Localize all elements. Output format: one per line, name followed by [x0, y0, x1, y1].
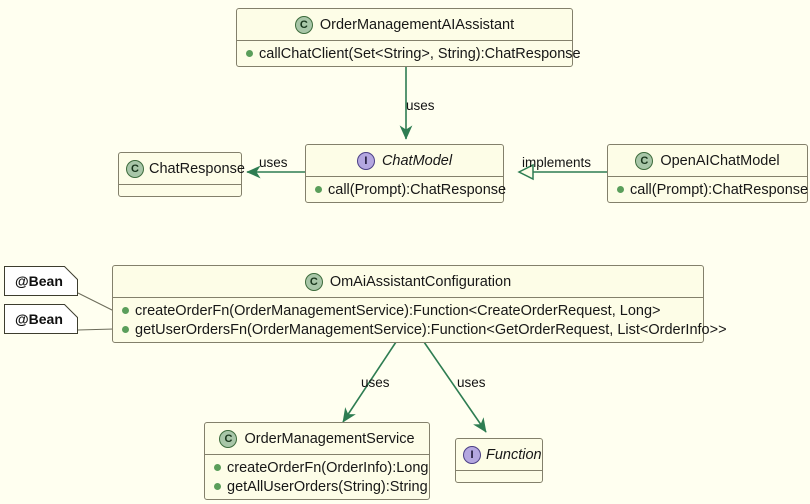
method-signature: createOrderFn(OrderInfo):Long — [227, 459, 429, 476]
method-row[interactable]: call(Prompt):ChatResponse — [608, 180, 809, 199]
edge-label-configuration-uses-service: uses — [361, 375, 390, 390]
method-row[interactable]: callChatClient(Set<String>, String):Chat… — [237, 44, 581, 63]
edge-label-configuration-uses-function: uses — [457, 375, 486, 390]
note-fold-corner-icon — [60, 304, 78, 322]
methods-compartment: call(Prompt):ChatResponse — [306, 176, 507, 202]
interface-icon: I — [463, 445, 481, 464]
class-header: C ChatResponse — [119, 153, 245, 184]
class-header: C OrderManagementAIAssistant — [237, 9, 572, 40]
interface-icon: I — [356, 151, 375, 170]
method-signature: getAllUserOrders(String):String — [227, 478, 428, 495]
class-name: OmAiAssistantConfiguration — [329, 273, 512, 290]
method-signature: call(Prompt):ChatResponse — [630, 181, 809, 198]
methods-compartment: call(Prompt):ChatResponse — [608, 176, 809, 202]
note-connector-lines — [77, 292, 115, 331]
visibility-public-icon — [214, 483, 221, 490]
class-name: OpenAIChatModel — [660, 152, 780, 169]
class-icon: C — [294, 15, 313, 34]
methods-compartment: createOrderFn(OrderManagementService):Fu… — [113, 297, 727, 342]
methods-compartment-empty — [119, 184, 241, 196]
interface-chat-model[interactable]: I ChatModel call(Prompt):ChatResponse — [305, 144, 507, 203]
class-om-ai-assistant-configuration[interactable]: C OmAiAssistantConfiguration createOrder… — [112, 265, 727, 343]
visibility-public-icon — [315, 186, 322, 193]
class-name: ChatModel — [381, 152, 453, 169]
visibility-public-icon — [122, 326, 129, 333]
interface-function[interactable]: I Function — [455, 438, 543, 483]
method-signature: call(Prompt):ChatResponse — [328, 181, 507, 198]
class-header: C OmAiAssistantConfiguration — [113, 266, 703, 297]
class-header: I ChatModel — [306, 145, 503, 176]
visibility-public-icon — [246, 50, 253, 57]
edge-label-assistant-uses-chatmodel: uses — [406, 98, 435, 113]
methods-compartment: callChatClient(Set<String>, String):Chat… — [237, 40, 581, 66]
edge-label-openaichatmodel-implements-chatmodel: implements — [522, 155, 592, 170]
class-header: C OpenAIChatModel — [608, 145, 807, 176]
method-signature: createOrderFn(OrderManagementService):Fu… — [135, 302, 661, 319]
class-name: OrderManagementService — [244, 430, 415, 447]
note-fold-corner-icon — [60, 266, 78, 284]
class-name: OrderManagementAIAssistant — [319, 16, 515, 33]
class-order-management-service[interactable]: C OrderManagementService createOrderFn(O… — [204, 422, 430, 500]
visibility-public-icon — [617, 186, 624, 193]
class-name: ChatResponse — [149, 160, 245, 177]
class-header: C OrderManagementService — [205, 423, 429, 454]
method-row[interactable]: createOrderFn(OrderManagementService):Fu… — [113, 301, 703, 320]
class-icon: C — [219, 429, 238, 448]
visibility-public-icon — [214, 464, 221, 471]
method-row[interactable]: call(Prompt):ChatResponse — [306, 180, 507, 199]
method-signature: getUserOrdersFn(OrderManagementService):… — [135, 321, 727, 338]
method-row[interactable]: getUserOrdersFn(OrderManagementService):… — [113, 320, 727, 339]
methods-compartment-empty — [456, 470, 542, 482]
diagram-canvas: C OrderManagementAIAssistant callChatCli… — [0, 0, 810, 504]
note-bean-create-order[interactable]: @Bean — [4, 266, 78, 296]
visibility-public-icon — [122, 307, 129, 314]
class-openai-chat-model[interactable]: C OpenAIChatModel call(Prompt):ChatRespo… — [607, 144, 808, 203]
note-bean-get-user-orders[interactable]: @Bean — [4, 304, 78, 334]
class-chat-response[interactable]: C ChatResponse — [118, 152, 245, 197]
method-signature: callChatClient(Set<String>, String):Chat… — [259, 45, 581, 62]
class-header: I Function — [456, 439, 542, 470]
method-row[interactable]: getAllUserOrders(String):String — [205, 477, 429, 496]
class-order-management-ai-assistant[interactable]: C OrderManagementAIAssistant callChatCli… — [236, 8, 581, 67]
class-icon: C — [635, 151, 654, 170]
method-row[interactable]: createOrderFn(OrderInfo):Long — [205, 458, 429, 477]
methods-compartment: createOrderFn(OrderInfo):Long getAllUser… — [205, 454, 429, 499]
class-icon: C — [304, 272, 323, 291]
class-icon: C — [126, 159, 144, 178]
class-name: Function — [486, 446, 542, 463]
edge-label-chatmodel-uses-chatresponse: uses — [259, 155, 288, 170]
